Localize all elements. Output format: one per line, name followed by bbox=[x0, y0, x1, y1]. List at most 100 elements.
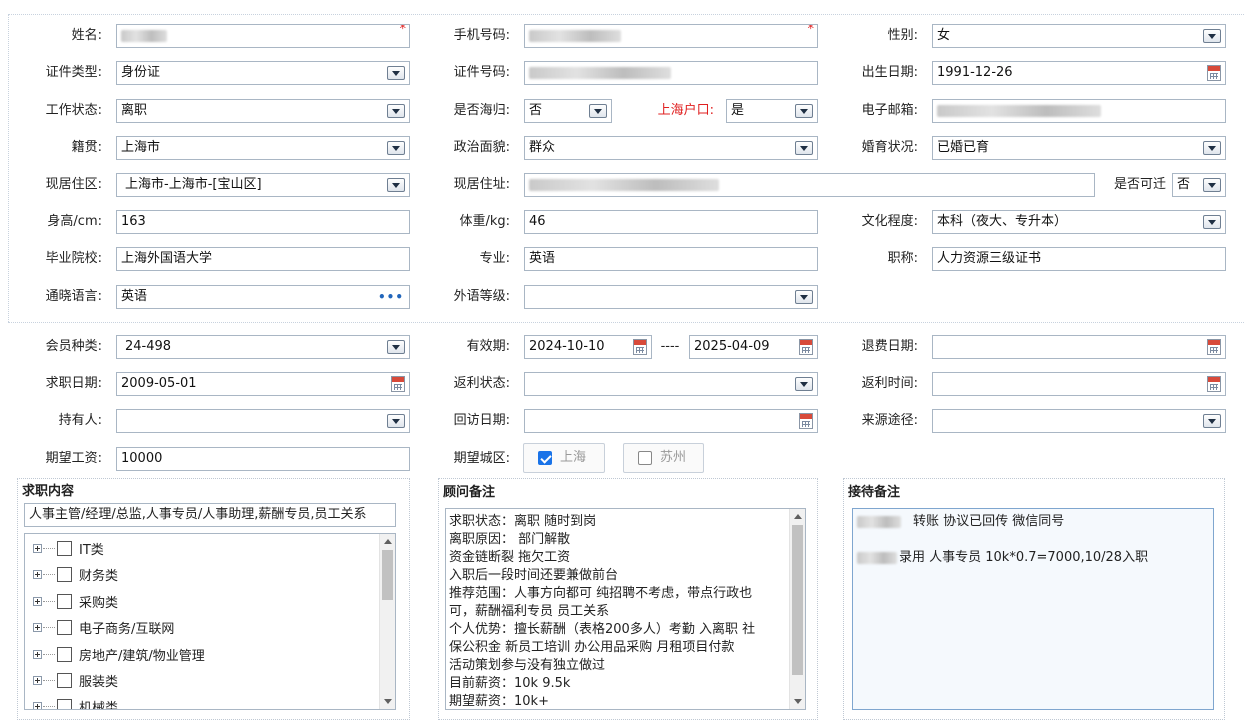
checkbox-icon[interactable] bbox=[638, 451, 652, 465]
chevron-down-icon[interactable] bbox=[1203, 414, 1221, 428]
weight-field[interactable]: 46 bbox=[524, 210, 818, 234]
relocate-select[interactable]: 否 bbox=[1172, 173, 1226, 197]
calendar-icon[interactable] bbox=[1207, 376, 1221, 392]
rebate-status-select[interactable] bbox=[524, 372, 818, 396]
native-select[interactable]: 上海市 bbox=[116, 136, 410, 160]
height-field[interactable]: 163 bbox=[116, 210, 410, 234]
calendar-icon[interactable] bbox=[1207, 339, 1221, 355]
school-field[interactable]: 上海外国语大学 bbox=[116, 247, 410, 271]
address-field[interactable] bbox=[524, 173, 1095, 197]
tree-item[interactable]: 房地产/建筑/物业管理 bbox=[25, 643, 375, 669]
city-option-suzhou[interactable]: 苏州 bbox=[623, 443, 704, 473]
rebate-time-field[interactable] bbox=[932, 372, 1226, 396]
calendar-icon[interactable] bbox=[391, 376, 405, 392]
title-field[interactable]: 人力资源三级证书 bbox=[932, 247, 1226, 271]
education-select[interactable]: 本科（夜大、专升本） bbox=[932, 210, 1226, 234]
expand-icon[interactable] bbox=[33, 597, 42, 606]
id-number-field[interactable] bbox=[524, 61, 818, 85]
expand-icon[interactable] bbox=[33, 676, 42, 685]
chevron-down-icon[interactable] bbox=[795, 290, 813, 304]
chevron-down-icon[interactable] bbox=[1203, 215, 1221, 229]
major-field[interactable]: 英语 bbox=[524, 247, 818, 271]
checkbox-checked-icon[interactable] bbox=[538, 451, 552, 465]
chevron-down-icon[interactable] bbox=[387, 340, 405, 354]
chevron-down-icon[interactable] bbox=[795, 104, 813, 118]
expand-icon[interactable] bbox=[33, 623, 42, 632]
checkbox-icon[interactable] bbox=[57, 699, 72, 709]
scroll-down-icon[interactable] bbox=[384, 699, 392, 704]
more-options-icon[interactable]: ••• bbox=[378, 286, 404, 308]
chevron-down-icon[interactable] bbox=[795, 377, 813, 391]
scroll-down-icon[interactable] bbox=[794, 699, 802, 704]
chevron-down-icon[interactable] bbox=[387, 104, 405, 118]
calendar-icon[interactable] bbox=[799, 339, 813, 355]
tree-item[interactable]: 采购类 bbox=[25, 590, 375, 616]
advisor-notes-textarea[interactable]: 求职状态：离职 随时到岗 离职原因： 部门解散 资金链断裂 拖欠工资 入职后一段… bbox=[445, 508, 806, 710]
phone-label: 手机号码: bbox=[453, 28, 510, 43]
id-type-select[interactable]: 身份证 bbox=[116, 61, 410, 85]
scroll-up-icon[interactable] bbox=[794, 514, 802, 519]
marital-select[interactable]: 已婚已育 bbox=[932, 136, 1226, 160]
salary-field[interactable]: 10000 bbox=[116, 447, 410, 471]
height-label: 身高/cm: bbox=[47, 214, 102, 229]
holder-select[interactable] bbox=[116, 409, 410, 433]
valid-to-field[interactable]: 2025-04-09 bbox=[689, 335, 818, 359]
chevron-down-icon[interactable] bbox=[387, 414, 405, 428]
source-select[interactable] bbox=[932, 409, 1226, 433]
chevron-down-icon[interactable] bbox=[387, 141, 405, 155]
calendar-icon[interactable] bbox=[633, 339, 647, 355]
tree-item[interactable]: 服装类 bbox=[25, 669, 375, 695]
visit-date-field[interactable] bbox=[524, 409, 818, 433]
chevron-down-icon[interactable] bbox=[387, 66, 405, 80]
hukou-select[interactable]: 是 bbox=[726, 99, 818, 123]
tree-item[interactable]: 机械类 bbox=[25, 695, 375, 709]
work-status-select[interactable]: 离职 bbox=[116, 99, 410, 123]
lang-level-label: 外语等级: bbox=[453, 289, 510, 304]
name-field[interactable]: * bbox=[116, 24, 410, 48]
job-date-field[interactable]: 2009-05-01 bbox=[116, 372, 410, 396]
city-option-shanghai[interactable]: 上海 bbox=[523, 443, 605, 473]
returnee-select[interactable]: 否 bbox=[524, 99, 612, 123]
gender-select[interactable]: 女 bbox=[932, 24, 1226, 48]
hukou-value: 是 bbox=[731, 103, 745, 118]
expand-icon[interactable] bbox=[33, 650, 42, 659]
chevron-down-icon[interactable] bbox=[1203, 141, 1221, 155]
valid-from-field[interactable]: 2024-10-10 bbox=[524, 335, 652, 359]
expand-icon[interactable] bbox=[33, 544, 42, 553]
phone-field[interactable]: * bbox=[524, 24, 818, 48]
job-selected-field[interactable]: 人事主管/经理/总监,人事专员/人事助理,薪酬专员,员工关系 bbox=[24, 503, 396, 527]
chevron-down-icon[interactable] bbox=[795, 141, 813, 155]
tree-item[interactable]: IT类 bbox=[25, 537, 375, 563]
checkbox-icon[interactable] bbox=[57, 567, 72, 582]
refund-date-field[interactable] bbox=[932, 335, 1226, 359]
email-field[interactable] bbox=[932, 99, 1226, 123]
checkbox-icon[interactable] bbox=[57, 541, 72, 556]
chevron-down-icon[interactable] bbox=[589, 104, 607, 118]
checkbox-icon[interactable] bbox=[57, 673, 72, 688]
tree-item[interactable]: 电子商务/互联网 bbox=[25, 616, 375, 642]
notes-scrollbar[interactable] bbox=[789, 509, 805, 709]
checkbox-icon[interactable] bbox=[57, 647, 72, 662]
tree-item[interactable]: 财务类 bbox=[25, 563, 375, 589]
member-type-select[interactable]: 24-498 bbox=[116, 335, 410, 359]
birth-date-field[interactable]: 1991-12-26 bbox=[932, 61, 1226, 85]
scrollbar-thumb[interactable] bbox=[792, 525, 803, 675]
expand-icon[interactable] bbox=[33, 702, 42, 709]
lang-level-select[interactable] bbox=[524, 285, 818, 309]
chevron-down-icon[interactable] bbox=[387, 178, 405, 192]
valid-from-value: 2024-10-10 bbox=[529, 339, 605, 354]
political-select[interactable]: 群众 bbox=[524, 136, 818, 160]
chevron-down-icon[interactable] bbox=[1203, 178, 1221, 192]
checkbox-icon[interactable] bbox=[57, 620, 72, 635]
reception-notes-textarea[interactable]: 转账 协议已回传 微信同号 录用 人事专员 10k*0.7=7000,10/28… bbox=[852, 508, 1214, 710]
calendar-icon[interactable] bbox=[1207, 65, 1221, 81]
scrollbar-thumb[interactable] bbox=[382, 550, 393, 600]
expand-icon[interactable] bbox=[33, 570, 42, 579]
scroll-up-icon[interactable] bbox=[384, 539, 392, 544]
chevron-down-icon[interactable] bbox=[1203, 29, 1221, 43]
tree-scrollbar[interactable] bbox=[379, 534, 395, 709]
calendar-icon[interactable] bbox=[799, 413, 813, 429]
language-field[interactable]: 英语 ••• bbox=[116, 285, 410, 309]
district-select[interactable]: 上海市-上海市-[宝山区] bbox=[116, 173, 410, 197]
checkbox-icon[interactable] bbox=[57, 594, 72, 609]
